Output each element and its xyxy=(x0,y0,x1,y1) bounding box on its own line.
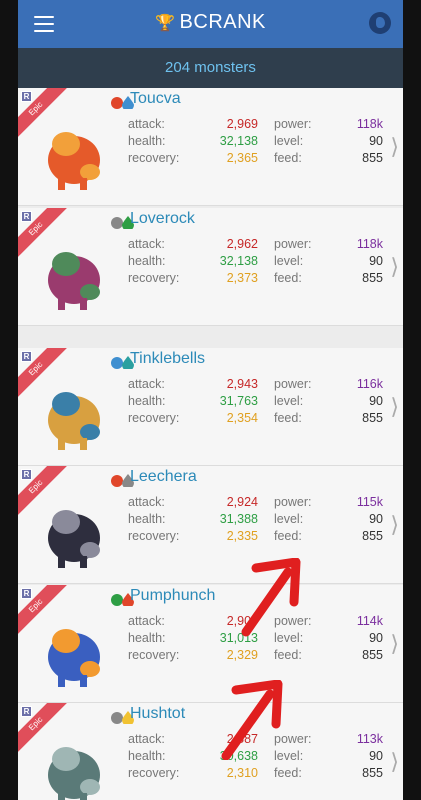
attack-label: attack: xyxy=(128,732,165,746)
feed-value: 855 xyxy=(362,271,383,285)
monster-name[interactable]: Pumphunch xyxy=(130,587,215,605)
monster-card[interactable]: Epic R Pumphunch attack: health: recover… xyxy=(18,585,403,703)
health-value: 31,388 xyxy=(219,512,258,526)
recovery-value: 2,365 xyxy=(226,151,258,165)
attack-label: attack: xyxy=(128,495,165,509)
level-value: 90 xyxy=(369,254,383,268)
power-value: 116k xyxy=(356,377,383,391)
chevron-right-icon[interactable]: ⟩ xyxy=(390,512,399,538)
attack-value: 2,943 xyxy=(226,377,258,391)
app-bar: 🏆 BCRANK xyxy=(18,0,403,48)
chevron-right-icon[interactable]: ⟩ xyxy=(390,394,399,420)
monster-card[interactable]: Epic R Hushtot attack: health: recovery:… xyxy=(18,703,403,800)
monster-card[interactable]: Epic R Toucva attack: health: recovery: … xyxy=(18,88,403,206)
feed-value: 855 xyxy=(362,648,383,662)
health-label: health: xyxy=(128,512,166,526)
feed-value: 855 xyxy=(362,411,383,425)
health-value: 31,763 xyxy=(219,394,258,408)
health-label: health: xyxy=(128,749,166,763)
power-value: 113k xyxy=(356,732,383,746)
r-badge-icon: R xyxy=(21,469,32,480)
recovery-value: 2,354 xyxy=(226,411,258,425)
attack-value: 2,969 xyxy=(226,117,258,131)
app-frame: 🏆 BCRANK 204 monsters Epic R Toucva attac… xyxy=(18,0,403,800)
recovery-value: 2,329 xyxy=(226,648,258,662)
monster-name[interactable]: Loverock xyxy=(130,210,195,228)
chevron-right-icon[interactable]: ⟩ xyxy=(390,631,399,657)
recovery-label: recovery: xyxy=(128,411,180,425)
r-badge-icon: R xyxy=(21,706,32,717)
attack-value: 2,962 xyxy=(226,237,258,251)
monster-card[interactable]: Epic R Tinklebells attack: health: recov… xyxy=(18,348,403,466)
monster-name[interactable]: Leechera xyxy=(130,468,197,486)
recovery-label: recovery: xyxy=(128,766,180,780)
power-value: 115k xyxy=(356,495,383,509)
recovery-value: 2,335 xyxy=(226,529,258,543)
monster-card[interactable]: Epic R Leechera attack: health: recovery… xyxy=(18,466,403,584)
feed-value: 855 xyxy=(362,151,383,165)
attack-label: attack: xyxy=(128,377,165,391)
level-value: 90 xyxy=(369,134,383,148)
level-value: 90 xyxy=(369,749,383,763)
power-value: 114k xyxy=(356,614,383,628)
health-value: 32,138 xyxy=(219,254,258,268)
feed-value: 855 xyxy=(362,766,383,780)
recovery-label: recovery: xyxy=(128,648,180,662)
recovery-label: recovery: xyxy=(128,151,180,165)
health-label: health: xyxy=(128,631,166,645)
attack-label: attack: xyxy=(128,614,165,628)
r-badge-icon: R xyxy=(21,588,32,599)
level-value: 90 xyxy=(369,394,383,408)
power-value: 118k xyxy=(356,237,383,251)
attack-label: attack: xyxy=(128,237,165,251)
level-value: 90 xyxy=(369,512,383,526)
level-value: 90 xyxy=(369,631,383,645)
recovery-value: 2,310 xyxy=(226,766,258,780)
monster-name[interactable]: Hushtot xyxy=(130,705,185,723)
health-label: health: xyxy=(128,254,166,268)
globe-icon[interactable] xyxy=(369,12,391,34)
r-badge-icon: R xyxy=(21,211,32,222)
annotation-arrow-2 xyxy=(221,680,283,760)
app-title: 🏆 BCRANK xyxy=(155,11,266,33)
power-value: 118k xyxy=(356,117,383,131)
recovery-value: 2,373 xyxy=(226,271,258,285)
trophy-icon: 🏆 xyxy=(155,15,176,32)
recovery-label: recovery: xyxy=(128,271,180,285)
monster-name[interactable]: Tinklebells xyxy=(130,350,205,368)
monster-name[interactable]: Toucva xyxy=(130,90,181,108)
health-value: 32,138 xyxy=(219,134,258,148)
feed-value: 855 xyxy=(362,529,383,543)
r-badge-icon: R xyxy=(21,351,32,362)
attack-value: 2,924 xyxy=(226,495,258,509)
monster-card[interactable]: Epic R Loverock attack: health: recovery… xyxy=(18,208,403,326)
attack-label: attack: xyxy=(128,117,165,131)
r-badge-icon: R xyxy=(21,91,32,102)
health-label: health: xyxy=(128,394,166,408)
recovery-label: recovery: xyxy=(128,529,180,543)
chevron-right-icon[interactable]: ⟩ xyxy=(390,254,399,280)
chevron-right-icon[interactable]: ⟩ xyxy=(390,134,399,160)
monster-count: 204 monsters xyxy=(18,48,403,88)
annotation-arrow-1 xyxy=(241,558,301,637)
health-label: health: xyxy=(128,134,166,148)
chevron-right-icon[interactable]: ⟩ xyxy=(390,749,399,775)
